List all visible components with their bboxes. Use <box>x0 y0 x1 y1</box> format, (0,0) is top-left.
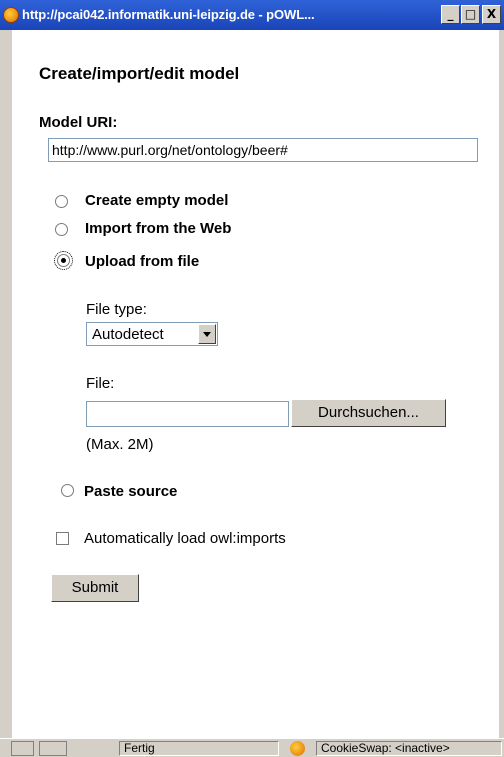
paste-source-label[interactable]: Paste source <box>84 483 177 500</box>
minimize-button[interactable]: _ <box>441 5 460 24</box>
browse-button[interactable]: Durchsuchen... <box>291 399 446 427</box>
file-label: File: <box>86 375 115 392</box>
status-text: Fertig <box>119 741 279 756</box>
file-type-select[interactable]: Autodetect <box>86 322 218 346</box>
chevron-down-icon[interactable] <box>198 324 216 344</box>
create-empty-model-radio[interactable] <box>55 195 68 208</box>
model-uri-input[interactable] <box>48 138 478 162</box>
window-frame-left <box>0 30 12 738</box>
window-titlebar[interactable]: http://pcai042.informatik.uni-leipzig.de… <box>0 0 504 30</box>
create-empty-model-label[interactable]: Create empty model <box>85 192 228 209</box>
file-type-label: File type: <box>86 301 147 318</box>
firefox-icon <box>290 741 305 756</box>
import-from-web-label[interactable]: Import from the Web <box>85 220 231 237</box>
import-from-web-radio[interactable] <box>55 223 68 236</box>
paste-source-radio[interactable] <box>61 484 74 497</box>
close-button[interactable]: X <box>482 5 501 24</box>
page-title: Create/import/edit model <box>39 64 240 83</box>
maximize-button[interactable]: □ <box>461 5 480 24</box>
layout-icon[interactable] <box>11 741 34 756</box>
upload-from-file-label[interactable]: Upload from file <box>85 253 199 270</box>
model-uri-label: Model URI: <box>39 114 118 131</box>
submit-button[interactable]: Submit <box>51 574 139 602</box>
ruler-icon[interactable] <box>39 741 67 756</box>
status-bar: Fertig CookieSwap: <inactive> <box>0 738 504 757</box>
cookieswap-status[interactable]: CookieSwap: <inactive> <box>316 741 502 756</box>
file-type-value: Autodetect <box>92 326 164 343</box>
window-frame-right <box>499 30 504 738</box>
autoload-imports-label[interactable]: Automatically load owl:imports <box>84 530 286 547</box>
file-path-input[interactable] <box>86 401 289 427</box>
window-title: http://pcai042.informatik.uni-leipzig.de… <box>22 7 315 22</box>
max-size-note: (Max. 2M) <box>86 436 154 453</box>
upload-from-file-radio[interactable] <box>54 251 73 270</box>
firefox-icon <box>3 7 19 23</box>
autoload-imports-checkbox[interactable] <box>56 532 69 545</box>
